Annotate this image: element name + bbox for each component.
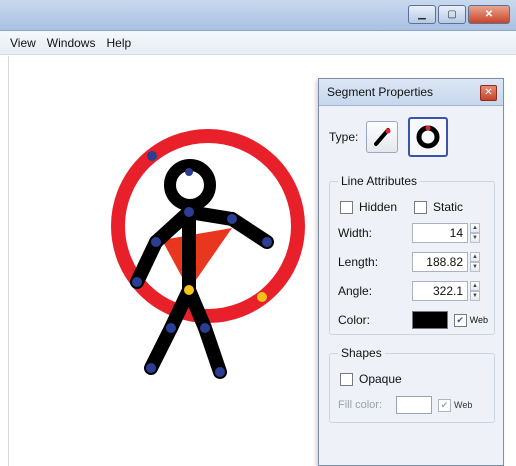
right-lower-leg-segment[interactable] (198, 321, 227, 379)
circle-segment-icon (416, 125, 440, 149)
joint-handle[interactable] (147, 151, 157, 161)
shield-shape[interactable] (162, 228, 232, 290)
joint-handle[interactable] (132, 277, 142, 287)
circle-type-button[interactable] (408, 117, 449, 157)
shapes-title: Shapes (338, 346, 385, 360)
web-label: Web (469, 315, 488, 325)
hidden-checkbox[interactable] (340, 200, 353, 214)
type-row: Type: (329, 117, 458, 157)
spinner-down-icon[interactable]: ▼ (470, 291, 480, 301)
static-checkbox-row[interactable]: Static (414, 200, 463, 214)
color-label: Color: (338, 313, 371, 327)
opaque-checkbox[interactable] (340, 372, 353, 386)
fill-color-label: Fill color: (338, 399, 383, 411)
angle-input[interactable]: 322.1 (412, 281, 468, 301)
width-label: Width: (338, 226, 373, 240)
type-label: Type: (329, 130, 359, 144)
segment-properties-panel: Segment Properties ✕ Type: Line Attribut… (318, 78, 504, 466)
joint-handle[interactable] (166, 323, 176, 333)
fill-web-checkbox[interactable]: ✔ (438, 398, 451, 412)
hidden-label: Hidden (359, 200, 398, 214)
left-lower-arm-segment[interactable] (130, 235, 163, 289)
spinner-up-icon[interactable]: ▲ (470, 281, 480, 291)
joint-handle[interactable] (185, 168, 193, 176)
panel-title: Segment Properties (327, 85, 434, 99)
static-checkbox[interactable] (414, 200, 427, 214)
fill-color-row: Fill color: ✔ Web (338, 394, 488, 416)
joint-handle[interactable] (151, 237, 161, 247)
angle-row: Angle: 322.1 ▲ ▼ (338, 280, 488, 302)
line-attributes-group: Line Attributes Hidden Static Width: 14 … (329, 174, 495, 335)
static-label: Static (433, 200, 464, 214)
joint-handle[interactable] (227, 214, 237, 224)
fill-color-swatch[interactable] (396, 396, 432, 414)
web-color-checkbox[interactable]: ✔ (453, 313, 467, 327)
width-input[interactable]: 14 (412, 223, 468, 243)
spinner-up-icon[interactable]: ▲ (470, 223, 480, 233)
line-type-button[interactable] (366, 121, 399, 153)
line-attributes-title: Line Attributes (338, 174, 421, 188)
joint-handle[interactable] (184, 207, 194, 217)
length-row: Length: 188.82 ▲ ▼ (338, 251, 488, 273)
right-lower-arm-segment[interactable] (225, 212, 274, 249)
length-label: Length: (338, 255, 379, 269)
panel-close-button[interactable]: ✕ (480, 85, 497, 101)
panel-title-bar: Segment Properties ✕ (319, 79, 503, 106)
joint-handle[interactable] (200, 323, 210, 333)
selected-joint-handle[interactable] (184, 285, 194, 295)
angle-spinner[interactable]: ▲ ▼ (470, 281, 480, 301)
length-input[interactable]: 188.82 (412, 252, 468, 272)
shapes-group: Shapes Opaque Fill color: ✔ Web (329, 346, 495, 423)
joint-handle[interactable] (262, 237, 272, 247)
fill-web-label: Web (454, 400, 473, 410)
hidden-checkbox-row[interactable]: Hidden (340, 200, 397, 214)
spinner-up-icon[interactable]: ▲ (470, 252, 480, 262)
ring-segment[interactable] (111, 129, 305, 323)
joint-handle[interactable] (215, 367, 225, 377)
angle-label: Angle: (338, 284, 373, 298)
width-row: Width: 14 ▲ ▼ (338, 222, 488, 244)
line-color-swatch[interactable] (411, 311, 448, 329)
opaque-checkbox-row[interactable]: Opaque (340, 372, 402, 386)
joint-handle[interactable] (146, 363, 156, 373)
spinner-down-icon[interactable]: ▼ (470, 262, 480, 272)
line-segment-icon (374, 128, 391, 146)
length-spinner[interactable]: ▲ ▼ (470, 252, 480, 272)
left-lower-leg-segment[interactable] (144, 321, 178, 375)
opaque-label: Opaque (359, 372, 402, 386)
color-row: Color: ✔ Web (338, 309, 488, 331)
spinner-down-icon[interactable]: ▼ (470, 233, 480, 243)
width-spinner[interactable]: ▲ ▼ (470, 223, 480, 243)
selected-joint-handle[interactable] (257, 292, 267, 302)
